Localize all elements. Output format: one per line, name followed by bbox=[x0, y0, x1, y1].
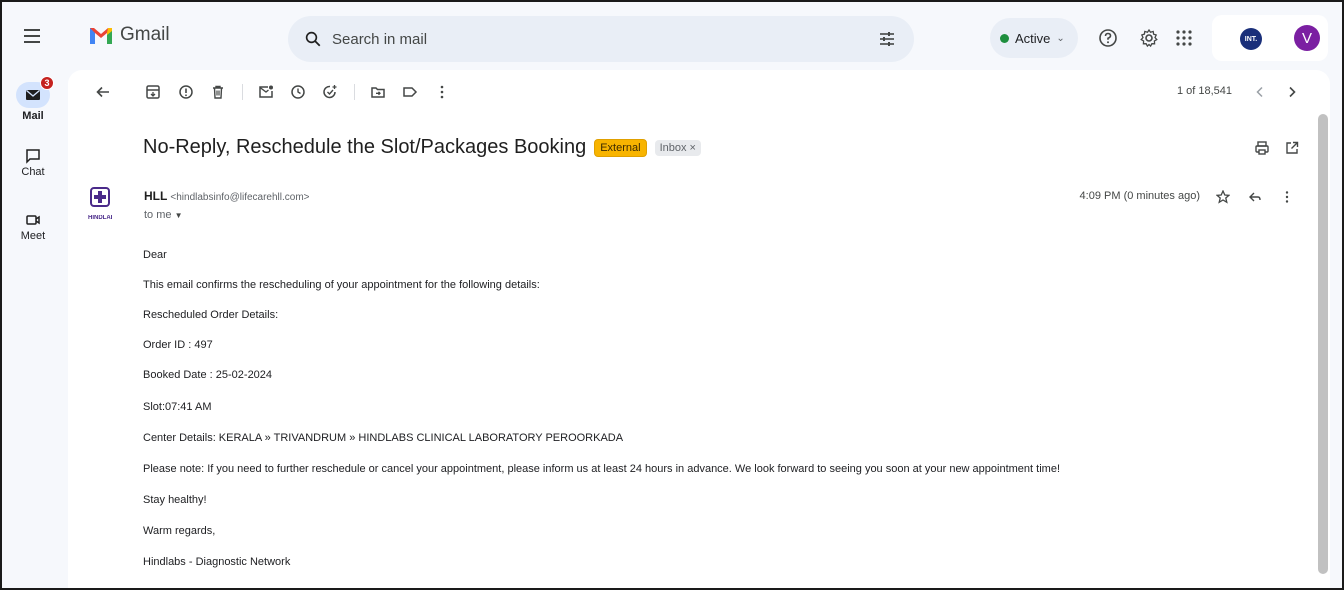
screenshot-border bbox=[0, 0, 1344, 590]
